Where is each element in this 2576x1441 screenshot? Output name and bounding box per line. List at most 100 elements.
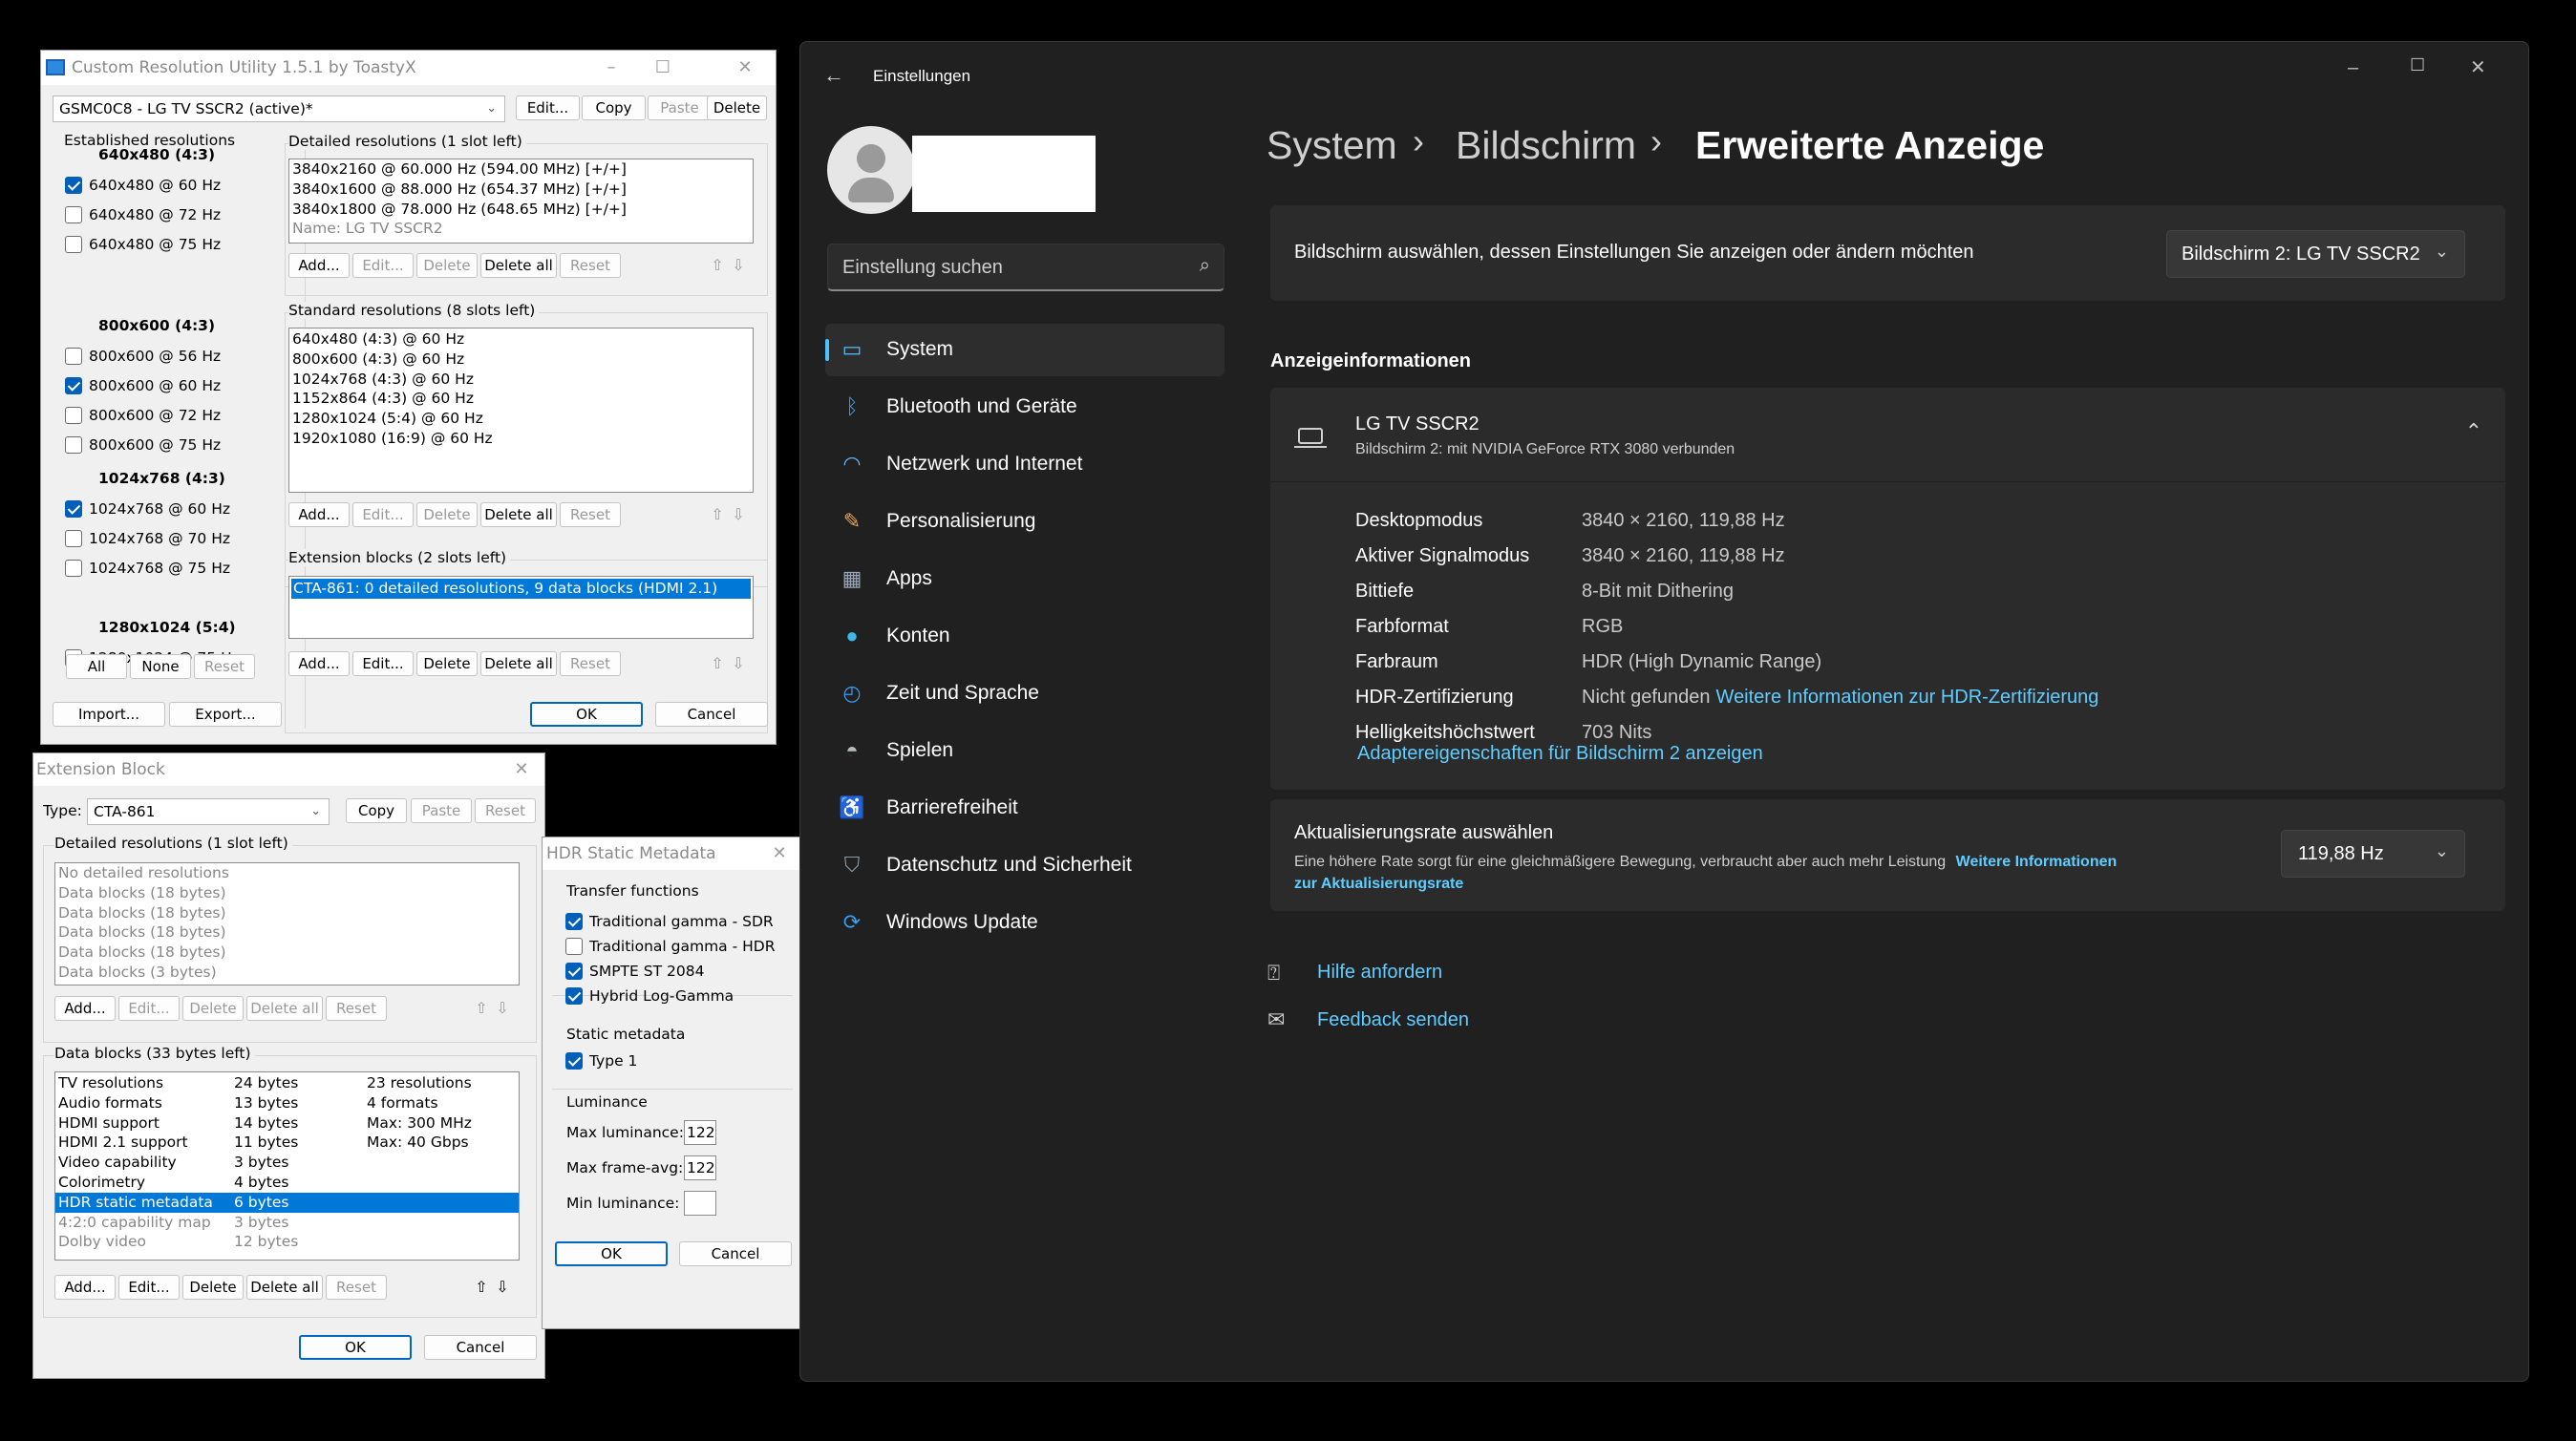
established-resolution-checkbox[interactable]: 800x600 @ 60 Hz (65, 376, 221, 395)
transfer-function-checkbox[interactable]: Hybrid Log-Gamma (565, 986, 734, 1006)
min-luminance-input[interactable] (684, 1191, 716, 1216)
detailed-delete-all-button[interactable]: Delete all (480, 253, 557, 278)
data-block-row[interactable]: HDMI 2.1 support 11 bytes Max: 40 Gbps (55, 1133, 519, 1153)
detailed-add-button[interactable]: Add... (288, 253, 350, 278)
move-down-icon[interactable]: ⇩ (728, 254, 749, 277)
established-resolution-checkbox[interactable]: 640x480 @ 72 Hz (65, 205, 221, 224)
ext-detailed-edit-button[interactable]: Edit... (118, 996, 180, 1021)
sidebar-item-bluetooth-und-ger-te[interactable]: ᛒ Bluetooth und Geräte (825, 381, 1224, 434)
established-resolution-checkbox[interactable]: 800x600 @ 75 Hz (65, 435, 221, 455)
hdr-cancel-button[interactable]: Cancel (679, 1241, 792, 1266)
standard-resolution-item[interactable]: 640x480 (4:3) @ 60 Hz (292, 329, 753, 350)
hdr-certification-link[interactable]: Weitere Informationen zur HDR-Zertifizie… (1716, 687, 2099, 708)
standard-resolution-item[interactable]: 1280x1024 (5:4) @ 60 Hz (292, 409, 753, 429)
none-button[interactable]: None (130, 654, 191, 679)
ext-paste-button[interactable]: Paste (411, 798, 472, 823)
sidebar-item-windows-update[interactable]: ⟳ Windows Update (825, 897, 1224, 949)
extension-delete-button[interactable]: Delete (416, 651, 478, 676)
cru-cancel-button[interactable]: Cancel (655, 702, 768, 727)
transfer-function-checkbox[interactable]: Traditional gamma - HDR (565, 937, 775, 956)
search-icon[interactable]: ⌕ (1200, 255, 1210, 277)
display-select[interactable]: GSMC0C8 - LG TV SSCR2 (active)* ⌄ (53, 95, 505, 122)
move-down-icon[interactable]: ⇩ (492, 997, 513, 1020)
display-info-header[interactable]: LG TV SSCR2 Bildschirm 2: mit NVIDIA GeF… (1270, 388, 2505, 482)
ext-detailed-add-button[interactable]: Add... (54, 996, 116, 1021)
sidebar-item-spielen[interactable]: ◓ Spielen (825, 725, 1224, 777)
all-button[interactable]: All (66, 654, 127, 679)
move-down-icon[interactable]: ⇩ (728, 503, 749, 526)
data-blocks-list[interactable]: TV resolutions 24 bytes 23 resolutions Audi… (54, 1071, 520, 1261)
sidebar-item-personalisierung[interactable]: ✎ Personalisierung (825, 496, 1224, 548)
maximize-icon[interactable]: ☐ (2410, 55, 2425, 75)
breadcrumb-system[interactable]: System (1267, 123, 1397, 168)
data-block-row[interactable]: Video capability 3 bytes (55, 1153, 519, 1173)
static-metadata-checkbox[interactable]: Type 1 (565, 1051, 637, 1070)
move-up-icon[interactable]: ⇧ (471, 997, 492, 1020)
close-icon[interactable]: ✕ (2470, 55, 2486, 79)
max-luminance-input[interactable]: 122 (684, 1120, 716, 1145)
sidebar-item-zeit-und-sprache[interactable]: ◴ Zeit und Sprache (825, 668, 1224, 720)
refresh-more-info-link[interactable]: Weitere Informationen (1956, 854, 2118, 870)
data-blocks-reset-button[interactable]: Reset (326, 1275, 387, 1300)
detailed-delete-button[interactable]: Delete (416, 253, 478, 278)
standard-add-button[interactable]: Add... (288, 502, 350, 527)
established-resolution-checkbox[interactable]: 800x600 @ 72 Hz (65, 406, 221, 425)
refresh-more-info-link-2[interactable]: zur Aktualisierungsrate (1294, 876, 1463, 892)
minimize-icon[interactable]: – (2348, 57, 2358, 79)
extension-list[interactable]: CTA-861: 0 detailed resolutions, 9 data … (288, 576, 754, 639)
move-up-icon[interactable]: ⇧ (707, 503, 728, 526)
ext-detailed-item[interactable]: Data blocks (18 bytes) (58, 922, 519, 943)
established-resolution-checkbox[interactable]: 1024x768 @ 70 Hz (65, 529, 230, 548)
max-frame-avg-input[interactable]: 122 (684, 1155, 716, 1180)
detailed-list[interactable]: 3840x2160 @ 60.000 Hz (594.00 MHz) [+/+]… (288, 159, 754, 244)
move-up-icon[interactable]: ⇧ (471, 1276, 492, 1299)
standard-delete-button[interactable]: Delete (416, 502, 478, 527)
data-blocks-edit-button[interactable]: Edit... (118, 1275, 180, 1300)
data-block-row[interactable]: Colorimetry 4 bytes (55, 1173, 519, 1193)
sidebar-item-system[interactable]: ▭ System (825, 324, 1224, 376)
feedback-link[interactable]: Feedback senden (1317, 1009, 1469, 1031)
move-down-icon[interactable]: ⇩ (728, 652, 749, 675)
extension-item-selected[interactable]: CTA-861: 0 detailed resolutions, 9 data … (291, 579, 751, 599)
refresh-rate-dropdown[interactable]: 119,88 Hz ⌄ (2281, 830, 2465, 878)
transfer-function-checkbox[interactable]: SMPTE ST 2084 (565, 962, 704, 981)
detailed-reset-button[interactable]: Reset (560, 253, 621, 278)
move-up-icon[interactable]: ⇧ (707, 254, 728, 277)
import-button[interactable]: Import... (53, 702, 165, 727)
ext-copy-button[interactable]: Copy (346, 798, 407, 823)
data-block-row[interactable]: HDMI support 14 bytes Max: 300 MHz (55, 1113, 519, 1134)
ext-ok-button[interactable]: OK (299, 1335, 412, 1360)
standard-resolution-item[interactable]: 1024x768 (4:3) @ 60 Hz (292, 370, 753, 390)
ext-detailed-item[interactable]: No detailed resolutions (58, 863, 519, 883)
ext-detailed-item[interactable]: Data blocks (18 bytes) (58, 903, 519, 923)
export-button[interactable]: Export... (169, 702, 282, 727)
sidebar-item-konten[interactable]: ● Konten (825, 610, 1224, 663)
data-blocks-add-button[interactable]: Add... (54, 1275, 116, 1300)
ext-detailed-delete-all-button[interactable]: Delete all (246, 996, 323, 1021)
breadcrumb-bildschirm[interactable]: Bildschirm (1456, 123, 1636, 168)
ext-detailed-item[interactable]: Data blocks (3 bytes) (58, 963, 519, 983)
ext-cancel-button[interactable]: Cancel (424, 1335, 537, 1360)
display-dropdown[interactable]: Bildschirm 2: LG TV SSCR2 ⌄ (2166, 230, 2465, 278)
established-resolution-checkbox[interactable]: 640x480 @ 75 Hz (65, 235, 221, 254)
extension-edit-button[interactable]: Edit... (352, 651, 414, 676)
adapter-properties-link[interactable]: Adaptereigenschaften für Bildschirm 2 an… (1357, 743, 1763, 765)
ext-detailed-delete-button[interactable]: Delete (182, 996, 244, 1021)
move-up-icon[interactable]: ⇧ (707, 652, 728, 675)
ext-detailed-item[interactable]: Data blocks (18 bytes) (58, 883, 519, 903)
sidebar-item-datenschutz-und-sicherheit[interactable]: ⛉ Datenschutz und Sicherheit (825, 839, 1224, 892)
ext-detailed-reset-button[interactable]: Reset (326, 996, 387, 1021)
move-down-icon[interactable]: ⇩ (492, 1276, 513, 1299)
transfer-function-checkbox[interactable]: Traditional gamma - SDR (565, 912, 774, 931)
standard-delete-all-button[interactable]: Delete all (480, 502, 557, 527)
detailed-resolution-item[interactable]: 3840x2160 @ 60.000 Hz (594.00 MHz) [+/+] (292, 159, 753, 180)
standard-edit-button[interactable]: Edit... (352, 502, 414, 527)
standard-reset-button[interactable]: Reset (560, 502, 621, 527)
close-icon[interactable]: ✕ (500, 753, 543, 786)
data-blocks-delete-all-button[interactable]: Delete all (246, 1275, 323, 1300)
minimize-icon[interactable]: – (590, 51, 632, 85)
maximize-icon[interactable]: ☐ (642, 51, 684, 85)
extension-reset-button[interactable]: Reset (560, 651, 621, 676)
standard-resolution-item[interactable]: 1920x1080 (16:9) @ 60 Hz (292, 429, 753, 449)
established-resolution-checkbox[interactable]: 1024x768 @ 60 Hz (65, 499, 230, 519)
